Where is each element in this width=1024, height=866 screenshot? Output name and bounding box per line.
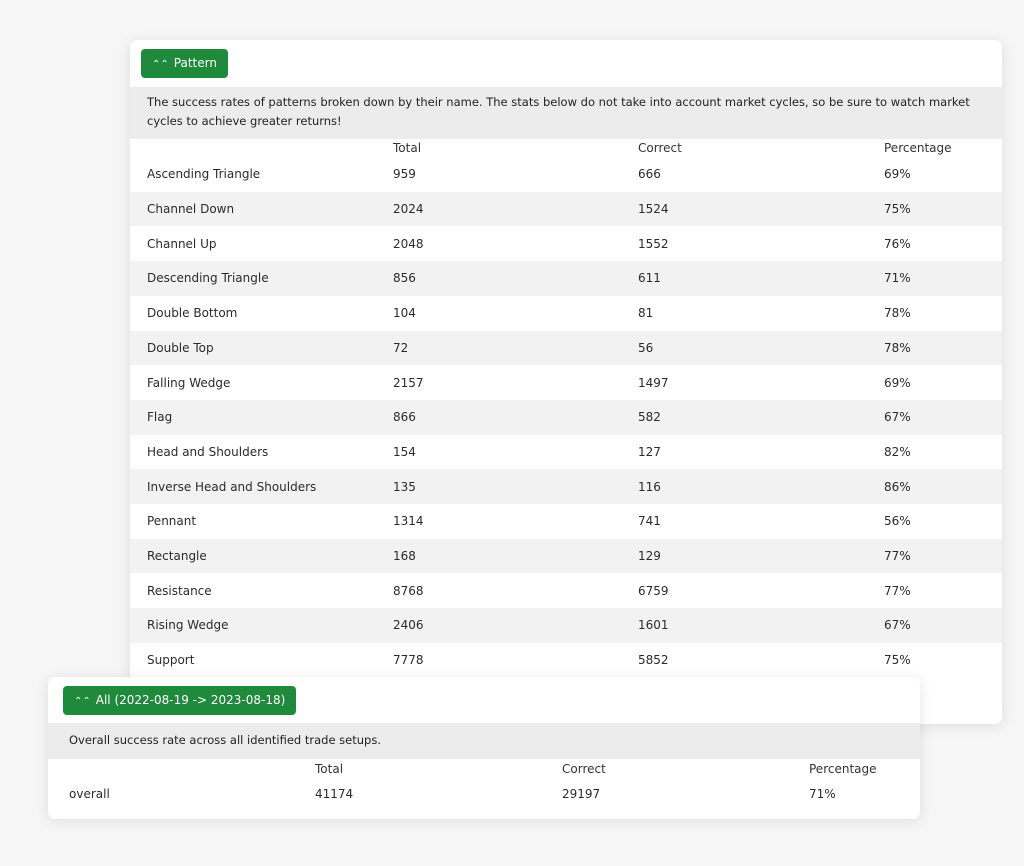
row-total: 856 — [393, 271, 416, 286]
row-percentage: 67% — [884, 410, 911, 425]
row-percentage: 78% — [884, 306, 911, 321]
row-correct: 611 — [638, 271, 661, 286]
row-percentage: 77% — [884, 549, 911, 564]
double-chevron-up-icon: ⌃⌃ — [152, 59, 169, 70]
row-total: 1314 — [393, 514, 424, 529]
row-correct: 129 — [638, 549, 661, 564]
table-row: overall 41174 29197 71% — [48, 779, 920, 809]
row-total: 959 — [393, 167, 416, 182]
row-name: Resistance — [147, 583, 212, 598]
row-name: Ascending Triangle — [147, 167, 261, 182]
table-row: Double Bottom 104 81 78% — [130, 296, 1002, 331]
pattern-table-header: Total Correct Percentage — [130, 139, 1002, 157]
row-percentage: 56% — [884, 514, 911, 529]
row-total: 8768 — [393, 583, 424, 598]
overall-stats-card: ⌃⌃ All (2022-08-19 -> 2023-08-18) Overall… — [48, 677, 920, 819]
row-name: Rising Wedge — [147, 618, 229, 633]
row-percentage: 75% — [884, 653, 911, 668]
date-range-toggle-button[interactable]: ⌃⌃ All (2022-08-19 -> 2023-08-18) — [63, 686, 297, 715]
row-correct: 1552 — [638, 236, 669, 251]
row-total: 2024 — [393, 202, 424, 217]
row-name: Falling Wedge — [147, 375, 231, 390]
row-total: 866 — [393, 410, 416, 425]
table-row: Descending Triangle 856 611 71% — [130, 261, 1002, 296]
pattern-description: The success rates of patterns broken dow… — [130, 87, 1002, 139]
row-correct: 29197 — [562, 787, 601, 801]
table-row: Support 7778 5852 75% — [130, 643, 1002, 678]
row-percentage: 71% — [809, 787, 836, 801]
row-name: Flag — [147, 410, 173, 425]
row-correct: 116 — [638, 479, 661, 494]
row-total: 7778 — [393, 653, 424, 668]
row-correct: 127 — [638, 444, 661, 459]
row-total: 2157 — [393, 375, 424, 390]
column-header-percentage: Percentage — [884, 141, 952, 155]
row-name: Pennant — [147, 514, 197, 529]
row-correct: 741 — [638, 514, 661, 529]
row-total: 2406 — [393, 618, 424, 633]
row-name: Inverse Head and Shoulders — [147, 479, 317, 494]
row-percentage: 77% — [884, 583, 911, 598]
row-percentage: 82% — [884, 444, 911, 459]
table-row: Resistance 8768 6759 77% — [130, 573, 1002, 608]
row-correct: 1497 — [638, 375, 669, 390]
row-correct: 56 — [638, 340, 654, 355]
row-name: Double Bottom — [147, 306, 238, 321]
date-range-toggle-label: All (2022-08-19 -> 2023-08-18) — [95, 693, 286, 707]
pattern-toggle-button[interactable]: ⌃⌃ Pattern — [141, 49, 228, 78]
row-correct: 5852 — [638, 653, 669, 668]
table-row: Pennant 1314 741 56% — [130, 504, 1002, 539]
table-row: Channel Up 2048 1552 76% — [130, 226, 1002, 261]
row-total: 154 — [393, 444, 416, 459]
row-name: Support — [147, 653, 195, 668]
row-percentage: 71% — [884, 271, 911, 286]
column-header-total: Total — [393, 141, 422, 155]
row-percentage: 76% — [884, 236, 911, 251]
table-row: Flag 866 582 67% — [130, 399, 1002, 435]
row-name: Head and Shoulders — [147, 444, 269, 459]
table-row: Inverse Head and Shoulders 135 116 86% — [130, 469, 1002, 504]
pattern-toggle-label: Pattern — [173, 56, 217, 70]
table-row: Channel Down 2024 1524 75% — [130, 191, 1002, 227]
column-header-total: Total — [315, 762, 344, 776]
column-header-correct: Correct — [562, 762, 606, 776]
table-row: Head and Shoulders 154 127 82% — [130, 435, 1002, 470]
table-row: Ascending Triangle 959 666 69% — [130, 157, 1002, 192]
row-percentage: 67% — [884, 618, 911, 633]
row-correct: 6759 — [638, 583, 669, 598]
row-name: overall — [69, 787, 110, 801]
overall-description: Overall success rate across all identifi… — [48, 723, 920, 759]
table-row: Falling Wedge 2157 1497 69% — [130, 365, 1002, 400]
row-percentage: 69% — [884, 167, 911, 182]
row-name: Rectangle — [147, 549, 207, 564]
row-total: 41174 — [315, 787, 354, 801]
table-row: Rectangle 168 129 77% — [130, 538, 1002, 574]
column-header-percentage: Percentage — [809, 762, 877, 776]
row-correct: 1524 — [638, 202, 669, 217]
row-correct: 666 — [638, 167, 661, 182]
row-name: Double Top — [147, 340, 214, 355]
row-name: Channel Down — [147, 202, 235, 217]
row-percentage: 78% — [884, 340, 911, 355]
row-percentage: 69% — [884, 375, 911, 390]
table-row: Double Top 72 56 78% — [130, 330, 1002, 366]
row-percentage: 75% — [884, 202, 911, 217]
row-total: 2048 — [393, 236, 424, 251]
overall-table-header: Total Correct Percentage — [48, 759, 920, 779]
row-total: 72 — [393, 340, 409, 355]
row-total: 135 — [393, 479, 416, 494]
row-correct: 81 — [638, 306, 654, 321]
row-name: Channel Up — [147, 236, 217, 251]
pattern-stats-card: ⌃⌃ Pattern The success rates of patterns … — [130, 40, 1002, 724]
double-chevron-up-icon: ⌃⌃ — [74, 696, 91, 707]
column-header-correct: Correct — [638, 141, 682, 155]
row-correct: 582 — [638, 410, 661, 425]
row-percentage: 86% — [884, 479, 911, 494]
row-total: 104 — [393, 306, 416, 321]
table-row: Rising Wedge 2406 1601 67% — [130, 608, 1002, 643]
row-correct: 1601 — [638, 618, 669, 633]
row-total: 168 — [393, 549, 416, 564]
row-name: Descending Triangle — [147, 271, 269, 286]
